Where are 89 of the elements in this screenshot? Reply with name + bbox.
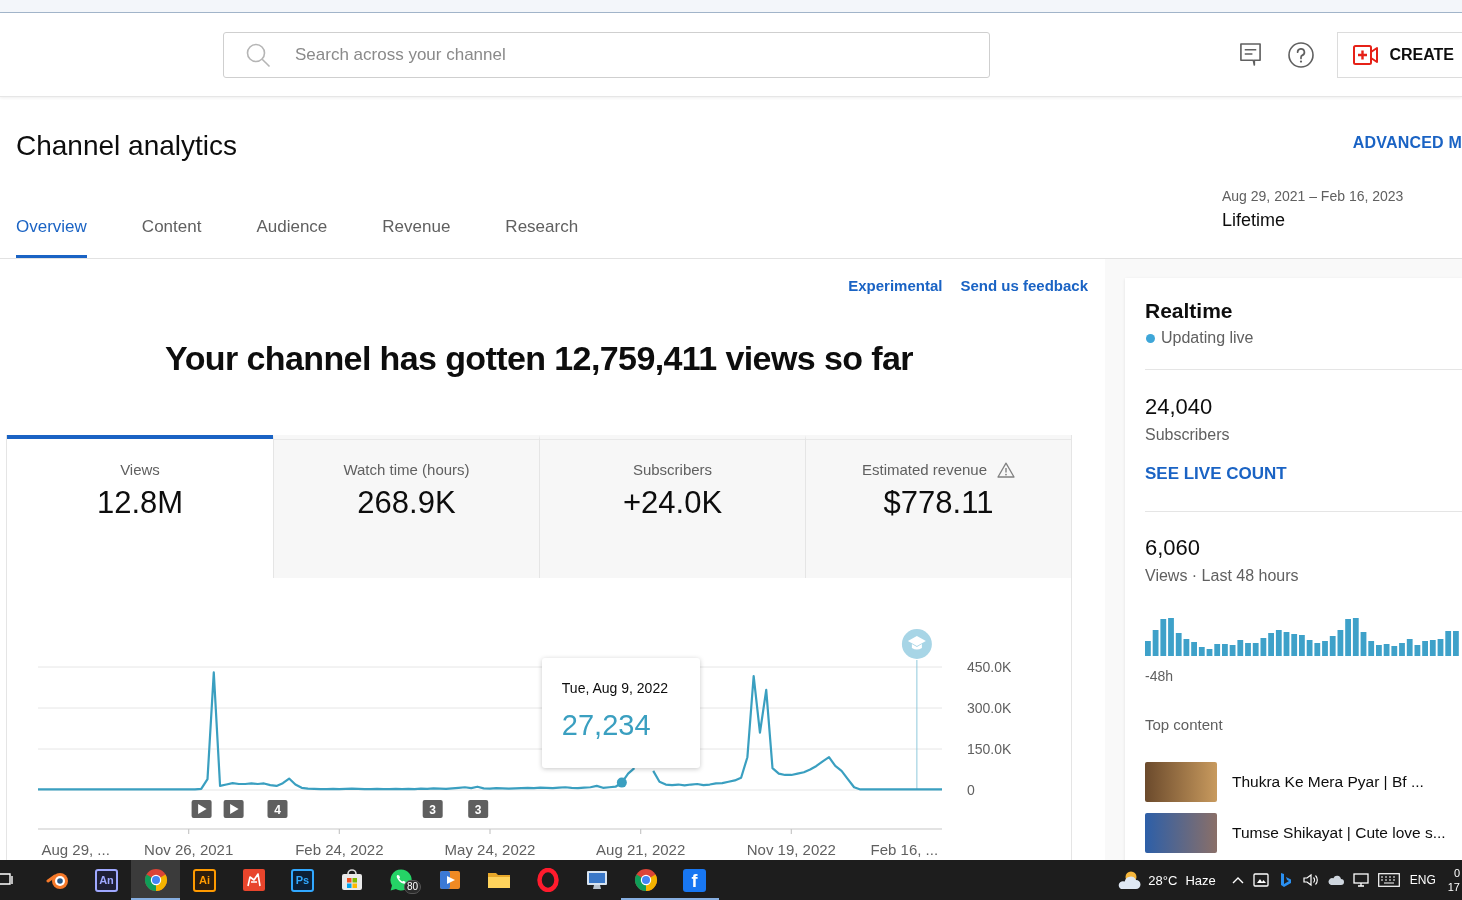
picture-frame-icon[interactable] [1252, 872, 1269, 888]
play-marker-icon[interactable] [191, 800, 212, 818]
help-icon[interactable] [1288, 41, 1315, 68]
x-axis-label: Aug 21, 2022 [596, 841, 686, 858]
hover-point-icon [616, 777, 627, 788]
monitor-icon [584, 868, 609, 892]
subscriber-label: Subscribers [1145, 425, 1231, 445]
metric-card[interactable]: Watch time (hours) 268.9K [273, 435, 539, 578]
feedback-icon[interactable] [1239, 42, 1263, 67]
metric-label: Watch time (hours) [343, 460, 470, 480]
tab[interactable]: Content [141, 202, 202, 258]
metric-value: 268.9K [356, 485, 457, 521]
metric-value: $778.11 [882, 485, 995, 521]
tab[interactable]: Audience [256, 202, 328, 258]
see-live-count-link[interactable]: SEE LIVE COUNT [1145, 464, 1287, 484]
tooltip-date: Tue, Aug 9, 2022 [561, 679, 669, 698]
cloud-sun-icon[interactable] [1116, 869, 1143, 891]
advanced-mode-link[interactable]: ADVANCED M [1352, 134, 1462, 152]
views-count: 6,060 [1145, 535, 1202, 561]
realtime-title: Realtime [1145, 298, 1234, 324]
metric-card[interactable]: Estimated revenue $778.11 [805, 435, 1071, 578]
metric-label: Estimated revenue [861, 460, 988, 480]
play-marker-icon[interactable] [223, 800, 244, 818]
segmented-circle-icon [143, 868, 168, 892]
live-status-text: Updating live [1161, 328, 1254, 348]
time-axis-label: -48h [1145, 667, 1175, 685]
date-range[interactable]: Aug 29, 2021 – Feb 16, 2023 [1222, 186, 1462, 206]
taskbar-app-button[interactable]: 80 [376, 860, 425, 900]
metric-card[interactable]: Subscribers +24.0K [539, 435, 805, 578]
x-axis-label: Nov 19, 2022 [746, 841, 836, 858]
taskbar-app-button[interactable] [131, 860, 180, 900]
sketch-tile-icon [241, 868, 266, 892]
app-tile: Ps [291, 868, 314, 892]
count-marker[interactable]: 3 [422, 800, 443, 818]
chevron-up-icon[interactable] [1231, 876, 1244, 884]
video-plus-icon [1353, 43, 1380, 66]
app-tile: An [95, 868, 118, 892]
period-label[interactable]: Lifetime [1222, 208, 1462, 232]
views-period-label: Views · Last 48 hours [1145, 566, 1300, 586]
segmented-circle-icon [633, 868, 658, 892]
text-link[interactable]: Send us feedback [960, 276, 1088, 296]
keyboard-icon[interactable] [1377, 873, 1400, 887]
app-tile: f [683, 868, 706, 892]
subscriber-count: 24,040 [1145, 394, 1214, 420]
headline: Your channel has gotten 12,759,411 views so far [164, 338, 914, 378]
taskbar-app-button[interactable]: Ps [278, 860, 327, 900]
app-tile: Ai [193, 868, 216, 892]
create-button[interactable]: CREATE [1337, 31, 1462, 78]
y-axis-label: 150.0K [967, 741, 1012, 757]
search-icon [245, 41, 271, 68]
video-title[interactable]: Thukra Ke Mera Pyar | Bf ... [1232, 772, 1424, 792]
x-axis-label: May 24, 2022 [444, 841, 536, 858]
text-link[interactable]: Experimental [848, 276, 943, 296]
metric-label: Subscribers [632, 460, 713, 480]
metric-value: +24.0K [621, 485, 724, 521]
taskbar-app-button[interactable]: f [670, 860, 719, 900]
taskbar-app-button[interactable]: An [82, 860, 131, 900]
metric-label: Views [120, 460, 160, 480]
tab[interactable]: Research [505, 202, 579, 258]
x-axis-label: Feb 16, ... [870, 841, 939, 858]
ring-icon [535, 868, 560, 892]
speaker-icon[interactable] [1302, 872, 1319, 888]
count-marker[interactable]: 3 [468, 800, 489, 818]
video-title[interactable]: Tumse Shikayat | Cute love s... [1232, 823, 1446, 843]
y-axis-label: 0 [967, 782, 975, 798]
y-axis-label: 450.0K [967, 659, 1012, 675]
tooltip-value: 27,234 [561, 708, 652, 743]
play-tile-icon [437, 868, 462, 892]
monitor-icon[interactable] [1352, 872, 1369, 888]
clock-text[interactable]: 17 [1447, 880, 1460, 894]
live-dot-icon [1146, 333, 1155, 343]
x-axis-label: Aug 29, ... [41, 841, 110, 858]
taskbar-app-button[interactable]: Ai [180, 860, 229, 900]
page-title: Channel analytics [16, 129, 238, 163]
search-field[interactable]: Search across your channel [223, 31, 990, 78]
tab[interactable]: Revenue [382, 202, 451, 258]
photo-placeholder[interactable] [1145, 762, 1217, 802]
clock-text[interactable]: 0 [1453, 866, 1460, 880]
temperature-text[interactable]: 28°C [1148, 872, 1178, 888]
weather-condition-text[interactable]: Haze [1185, 872, 1216, 888]
language-indicator[interactable]: ENG [1409, 873, 1436, 887]
section-heading: Top content [1145, 715, 1224, 735]
x-axis-label: Feb 24, 2022 [295, 841, 384, 858]
count-marker[interactable]: 4 [267, 800, 288, 818]
y-axis-label: 300.0K [967, 700, 1012, 716]
shopping-bag-icon [339, 868, 364, 892]
tab[interactable]: Overview [16, 202, 87, 258]
metric-value: 12.8M [95, 485, 185, 521]
x-axis-label: Nov 26, 2021 [144, 841, 234, 858]
